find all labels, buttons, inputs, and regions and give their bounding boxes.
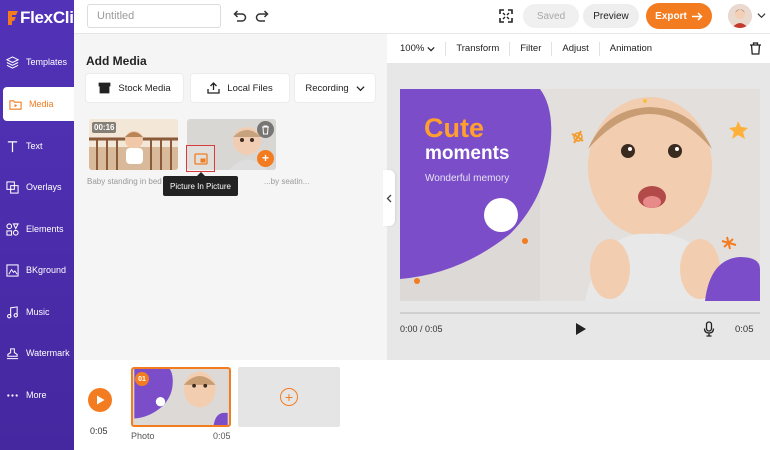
clip-duration: 0:05 [213,431,231,441]
sidebar-item-label: Overlays [26,182,62,192]
sidebar-item-bkground[interactable]: BKground [0,253,74,287]
chevron-down-icon [356,85,365,91]
export-button[interactable]: Export [646,3,712,29]
progress-track[interactable] [400,312,760,314]
recording-label: Recording [305,82,349,94]
music-icon [6,305,19,319]
sidebar-item-label: Templates [26,57,68,67]
chevron-left-icon [386,194,392,202]
sidebar-item-more[interactable]: More [0,378,74,412]
picture-in-picture-button[interactable] [186,145,215,172]
tooltip: Picture In Picture [163,172,238,196]
app-logo[interactable]: FlexClip [6,8,84,28]
overlays-icon [6,180,19,194]
editor-toolbar: 100% Transform Filter Adjust Animation [387,34,770,64]
add-media-button[interactable]: + [257,150,274,167]
sidebar-item-label: BKground [26,265,67,275]
panel-title: Add Media [86,54,147,68]
timeline: 0:05 01 Photo 0:05 + [74,360,770,450]
sidebar-item-watermark[interactable]: Watermark [0,336,74,370]
preview-button[interactable]: Preview [583,4,639,28]
user-avatar-icon [728,4,752,28]
sidebar-item-templates[interactable]: Templates [0,45,74,79]
canvas-title-text[interactable]: Cute [424,113,484,144]
play-icon[interactable] [575,322,587,336]
delete-media-button[interactable] [257,121,274,138]
media-item-caption: ...by seatin... [264,177,310,186]
sidebar-item-elements[interactable]: Elements [0,212,74,246]
sidebar-item-text[interactable]: Text [0,129,74,163]
upload-icon [207,82,220,94]
animation-button[interactable]: Animation [600,42,662,56]
picture-in-picture-icon [193,152,208,165]
redo-icon[interactable] [255,8,271,24]
play-icon [96,395,104,405]
sidebar-item-overlays[interactable]: Overlays [0,170,74,204]
microphone-icon[interactable] [703,321,715,337]
trash-icon[interactable] [749,42,762,55]
watermark-icon [6,347,19,360]
elements-icon [6,222,19,236]
local-files-button[interactable]: Local Files [191,74,289,102]
fullscreen-icon[interactable] [498,8,514,24]
trash-icon [262,125,269,134]
export-label: Export [655,10,687,22]
sidebar-item-label: More [26,390,47,400]
clip-number: 01 [135,372,149,386]
avatar[interactable] [728,4,752,28]
background-icon [6,263,19,277]
canvas-subtitle-text[interactable]: moments [425,143,509,165]
sidebar-item-label: Watermark [26,348,70,358]
project-title-input[interactable]: Untitled [87,4,221,28]
media-item-video[interactable]: 00:16 [89,119,178,170]
stock-media-label: Stock Media [118,82,171,94]
video-canvas[interactable]: Cute moments Wonderful memory [400,89,760,301]
timeline-clip[interactable]: 01 [131,367,231,427]
stock-media-button[interactable]: Stock Media [86,74,183,102]
local-files-label: Local Files [227,82,273,94]
more-icon [6,389,19,402]
sidebar: FlexClip Templates Media Text Overlays E… [0,0,84,450]
timeline-play-button[interactable] [88,388,112,412]
flexclip-logo-icon [8,11,18,25]
plus-icon: + [280,388,298,406]
top-toolbar: Untitled Saved Preview Export [74,0,770,34]
filter-button[interactable]: Filter [510,41,553,56]
sidebar-item-music[interactable]: Music [0,295,74,329]
recording-dropdown[interactable]: Recording [295,74,375,102]
undo-icon[interactable] [231,8,247,24]
canvas-small-text[interactable]: Wonderful memory [425,173,509,184]
editor-area: 100% Transform Filter Adjust Animation C… [383,34,770,360]
timeline-total-time: 0:05 [90,426,108,436]
sidebar-item-label: Text [26,141,43,151]
current-time: 0:00 / 0:05 [400,324,443,334]
end-time: 0:05 [735,324,754,335]
sidebar-item-label: Music [26,307,50,317]
text-icon [6,140,19,153]
clip-name: Photo [131,431,155,441]
sidebar-item-label: Elements [26,224,64,234]
media-panel: Add Media Stock Media Local Files Record… [74,34,387,360]
zoom-dropdown[interactable]: 100% [387,41,447,56]
chevron-down-icon[interactable] [757,11,766,20]
add-scene-button[interactable]: + [238,367,340,427]
player-controls: 0:00 / 0:05 0:05 [387,312,770,352]
duration-badge: 00:16 [92,122,117,133]
transform-button[interactable]: Transform [446,41,511,56]
arrow-right-icon [691,11,703,21]
chevron-down-icon [427,46,435,51]
collapse-panel-handle[interactable] [383,170,395,226]
folder-icon [9,98,22,111]
sidebar-item-label: Media [29,99,54,109]
layers-icon [6,55,19,69]
sidebar-item-media[interactable]: Media [3,87,74,121]
adjust-button[interactable]: Adjust [552,41,600,56]
store-icon [98,82,111,94]
saved-button[interactable]: Saved [523,4,579,28]
zoom-value: 100% [400,43,425,54]
